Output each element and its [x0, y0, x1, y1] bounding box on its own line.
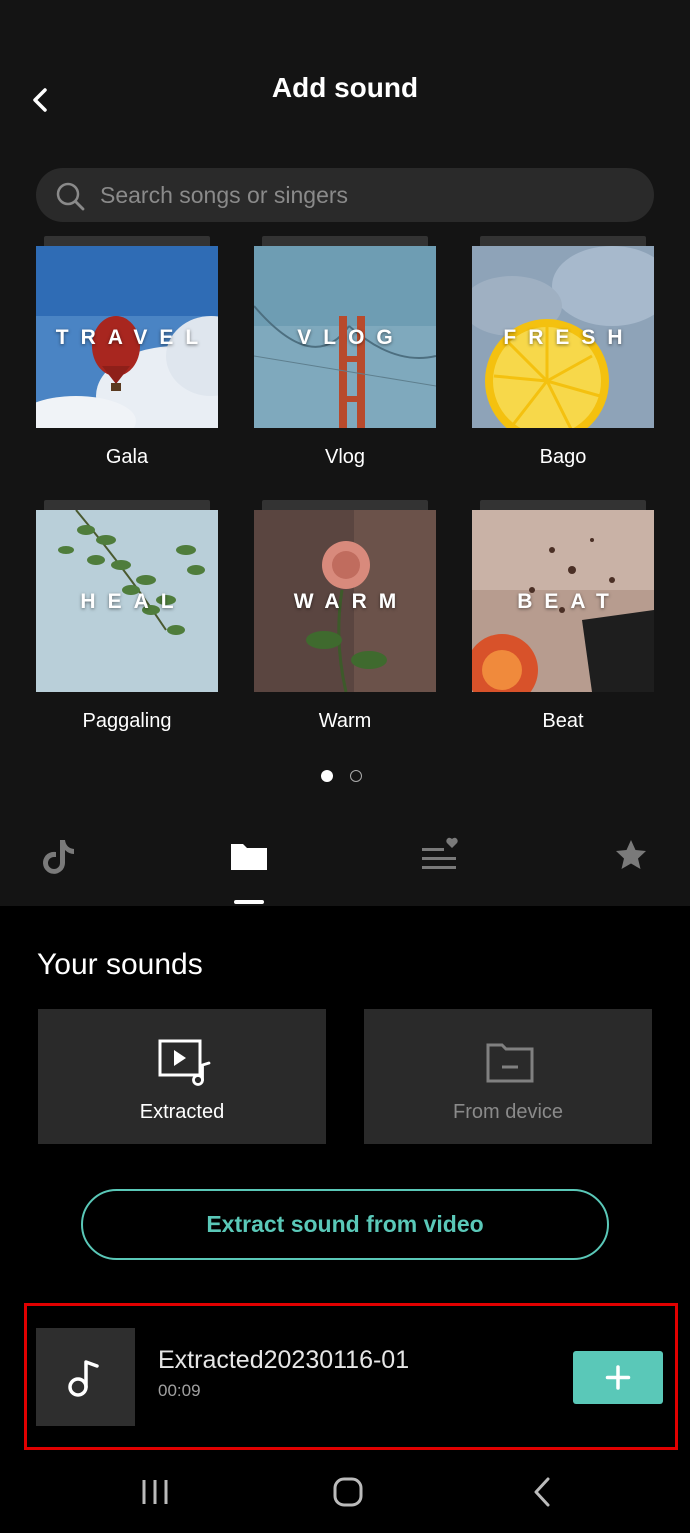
page-indicator	[318, 768, 378, 784]
header: Add sound	[0, 60, 690, 120]
active-tab-indicator	[234, 900, 264, 904]
folder-minus-icon	[486, 1043, 534, 1083]
card-stack-edge	[44, 500, 210, 510]
search-input[interactable]	[100, 168, 640, 222]
back-nav-button[interactable]	[520, 1472, 564, 1512]
category-name: Paggaling	[82, 710, 172, 732]
category-name: Beat	[542, 710, 584, 732]
category-name: Gala	[105, 446, 149, 468]
category-thumbnail: HEAL	[36, 510, 218, 692]
extract-sound-button[interactable]: Extract sound from video	[81, 1189, 609, 1260]
back-icon	[534, 1477, 550, 1507]
tab-tiktok[interactable]	[34, 830, 84, 880]
playlist-heart-icon	[422, 837, 458, 869]
category-thumbnail: TRAVEL	[36, 246, 218, 428]
thumbnail-label: VLOG	[297, 326, 405, 349]
search-bar[interactable]	[36, 168, 654, 222]
sound-library-panel: Add sound TRAVEL	[0, 0, 690, 906]
category-name: Warm	[318, 710, 372, 732]
tab-bar	[0, 820, 690, 906]
card-stack-edge	[262, 236, 428, 246]
card-stack-edge	[44, 236, 210, 246]
track-thumbnail[interactable]	[36, 1328, 135, 1426]
category-thumbnail: VLOG	[254, 246, 436, 428]
from-device-card[interactable]: From device	[364, 1009, 652, 1144]
recent-apps-icon	[142, 1480, 168, 1504]
tab-favorites[interactable]	[606, 830, 656, 880]
thumbnail-label: HEAL	[80, 590, 186, 613]
thumbnail-label: BEAT	[517, 590, 621, 613]
thumbnail-label: TRAVEL	[55, 326, 211, 349]
tab-folder[interactable]	[224, 830, 274, 880]
track-title: Extracted20230116-01	[158, 1346, 410, 1374]
card-stack-edge	[480, 500, 646, 510]
video-music-icon	[158, 1039, 211, 1086]
thumbnail-label: WARM	[293, 590, 409, 613]
home-button[interactable]	[326, 1472, 370, 1512]
tiktok-icon	[43, 840, 74, 874]
card-stack-edge	[262, 500, 428, 510]
page-title: Add sound	[271, 72, 419, 103]
folder-icon	[231, 844, 267, 870]
add-track-button[interactable]	[573, 1351, 663, 1404]
page-dot-active[interactable]	[321, 770, 333, 782]
music-note-icon	[68, 1360, 99, 1397]
home-icon	[333, 1477, 363, 1507]
your-sounds-title: Your sounds	[37, 948, 203, 981]
star-icon	[616, 840, 646, 869]
recent-apps-button[interactable]	[134, 1472, 178, 1512]
card-stack-edge	[480, 236, 646, 246]
track-duration: 00:09	[158, 1381, 201, 1400]
page-dot[interactable]	[350, 770, 362, 782]
extracted-card[interactable]: Extracted	[38, 1009, 326, 1144]
category-thumbnail: WARM	[254, 510, 436, 692]
category-name: Bago	[539, 446, 587, 468]
search-icon	[56, 182, 85, 211]
thumbnail-label: FRESH	[503, 326, 635, 349]
category-thumbnail: FRESH	[472, 246, 654, 428]
system-nav-bar	[0, 1450, 690, 1533]
category-name: Vlog	[324, 446, 366, 468]
from-device-label: From device	[452, 1101, 564, 1123]
plus-icon	[605, 1365, 631, 1390]
extracted-label: Extracted	[139, 1101, 225, 1123]
category-thumbnail: BEAT	[472, 510, 654, 692]
tab-playlist[interactable]	[414, 830, 464, 880]
